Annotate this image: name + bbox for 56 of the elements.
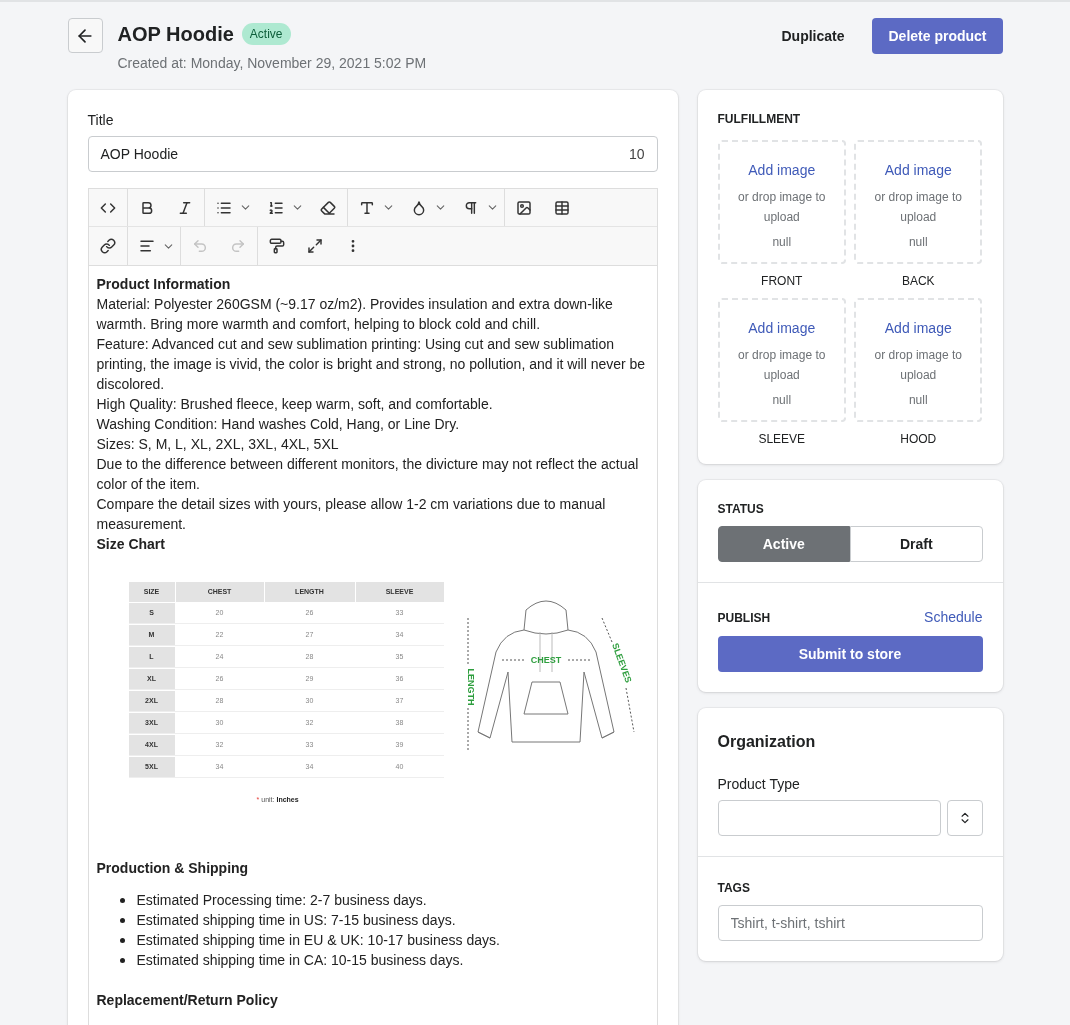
image-dropzone[interactable]: Add image or drop image to upload null <box>717 298 846 422</box>
add-image-link[interactable]: Add image <box>884 318 952 339</box>
status-heading: STATUS <box>717 501 765 518</box>
title-label: Title <box>87 111 115 130</box>
organization-heading: Organization <box>717 732 817 752</box>
slot-label: SLEEVE <box>758 431 806 448</box>
tags-heading: TAGS <box>717 880 751 897</box>
image-value: null <box>908 234 928 251</box>
status-badge: Active <box>241 23 291 45</box>
chest-label: CHEST <box>530 655 561 665</box>
section-heading: Product Information <box>96 275 232 294</box>
slot-label: HOOD <box>900 431 937 448</box>
tags-field[interactable]: Tshirt, t-shirt, tshirt <box>717 905 983 941</box>
section-heading: Size Chart <box>96 535 166 554</box>
add-image-link[interactable]: Add image <box>884 160 952 181</box>
description-paragraph: High Quality: Brushed fleece, keep warm, soft, and comfortable. <box>96 395 494 414</box>
schedule-link[interactable]: Schedule <box>924 607 983 628</box>
duplicate-button[interactable]: Duplicate <box>769 18 857 54</box>
product-type-field[interactable] <box>717 800 941 836</box>
page-title: AOP Hoodie <box>117 22 234 47</box>
slot-label: FRONT <box>761 273 803 290</box>
rich-text-editor[interactable] <box>87 188 658 1025</box>
bullet-text: Estimated Processing time: 2-7 business days. <box>136 891 427 910</box>
fulfillment-heading: FULFILLMENT <box>717 111 802 128</box>
add-image-link[interactable]: Add image <box>748 160 816 181</box>
image-dropzone[interactable]: Add image or drop image to upload null <box>854 298 983 422</box>
description-paragraph: Compare the detail sizes with yours, please allow 1-2 cm variations due to manual measurement. <box>96 495 607 534</box>
image-dropzone[interactable]: Add image or drop image to upload null <box>717 140 846 264</box>
description-paragraph: Due to the difference between different monitors, the divicture may not reflect the actual color of the item. <box>96 455 640 494</box>
delete-product-button[interactable]: Delete product <box>872 18 1003 54</box>
image-value: null <box>908 392 928 409</box>
image-value: null <box>772 234 792 251</box>
title-field[interactable]: AOP Hoodie 10 <box>87 136 658 172</box>
product-type-label: Product Type <box>717 775 801 794</box>
description-paragraph: Washing Condition: Hand washes Cold, Hang, or Line Dry. <box>96 415 461 434</box>
submit-to-store-button[interactable]: Submit to store <box>717 636 983 672</box>
back-button[interactable] <box>67 18 103 53</box>
slot-label: BACK <box>901 273 935 290</box>
publish-heading: PUBLISH <box>717 609 771 627</box>
description-paragraph: Sizes: S, M, L, XL, 2XL, 3XL, 4XL, 5XL <box>96 435 340 454</box>
length-label: LENGTH <box>465 668 476 706</box>
title-value: AOP Hoodie <box>100 144 179 164</box>
created-date: Created at: Monday, November 29, 2021 5:02 PM <box>117 54 427 73</box>
bullet-text: Estimated shipping time in CA: 10-15 business days. <box>136 951 464 970</box>
bullet-text: Estimated shipping time in US: 7-15 business days. <box>136 911 456 930</box>
image-dropzone[interactable]: Add image or drop image to upload null <box>854 140 983 264</box>
status-option[interactable]: Draft <box>850 526 983 562</box>
bullet-text: Estimated shipping time in EU & UK: 10-17 business days. <box>136 931 500 950</box>
section-heading: Replacement/Return Policy <box>96 991 279 1010</box>
image-value: null <box>772 392 792 409</box>
add-image-link[interactable]: Add image <box>748 318 816 339</box>
section-heading: Production & Shipping <box>96 859 250 878</box>
description-paragraph: Feature: Advanced cut and sew sublimation printing: Using cut and sew sublimation printing, the image is vivid, the color is bright and strong, no pollution, and it will never be discolored. <box>96 335 647 394</box>
description-paragraph: Material: Polyester 260GSM (~9.17 oz/m2). Provides insulation and extra down-like warmth. Bring more warmth and comfort, helping to block cold and chill. <box>96 295 614 334</box>
status-option[interactable]: Active <box>717 526 850 562</box>
character-count: 10 <box>628 144 645 164</box>
